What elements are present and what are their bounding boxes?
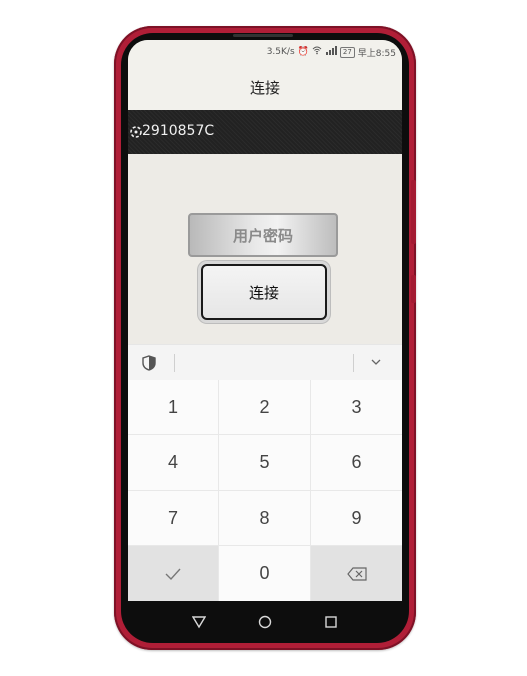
device-row[interactable]: 2910857C <box>128 110 402 154</box>
confirm-key[interactable] <box>128 546 218 601</box>
key-6[interactable]: 6 <box>311 435 402 490</box>
device-id: 2910857C <box>142 123 215 139</box>
shield-icon[interactable] <box>142 355 156 371</box>
volume-button <box>411 180 416 244</box>
numeric-keypad: 1 2 3 4 5 6 7 8 9 0 <box>128 380 402 601</box>
key-1[interactable]: 1 <box>128 380 218 434</box>
signal-icon <box>325 46 337 58</box>
wifi-icon <box>312 46 322 58</box>
connect-button-label: 连接 <box>248 283 279 302</box>
status-bar: 3.5K/s ⏰ 27 早上8:55 <box>128 40 402 64</box>
page-title-bar: 连接 <box>128 64 402 110</box>
chevron-down-icon[interactable] <box>370 357 382 367</box>
key-3[interactable]: 3 <box>311 380 402 434</box>
key-0[interactable]: 0 <box>219 546 310 601</box>
key-5[interactable]: 5 <box>219 435 310 490</box>
main-content: 用户密码 连接 <box>128 154 402 344</box>
key-8[interactable]: 8 <box>219 491 310 545</box>
page-title: 连接 <box>249 78 280 97</box>
network-speed: 3.5K/s <box>266 47 295 57</box>
alarm-icon: ⏰ <box>297 47 309 57</box>
screen: 3.5K/s ⏰ 27 早上8:55 连接 2910857C 用户密码 连接 1… <box>128 40 402 601</box>
key-4[interactable]: 4 <box>128 435 218 490</box>
clock: 早上8:55 <box>357 48 396 59</box>
phone-bezel: 3.5K/s ⏰ 27 早上8:55 连接 2910857C 用户密码 连接 1… <box>121 33 409 643</box>
battery-indicator: 27 <box>339 46 355 58</box>
toolbar-divider <box>174 354 175 372</box>
keyboard-toolbar <box>128 344 402 381</box>
toolbar-divider <box>353 354 354 372</box>
power-button <box>411 275 416 303</box>
check-icon <box>165 568 181 580</box>
back-triangle-icon[interactable] <box>192 615 206 629</box>
password-button[interactable]: 用户密码 <box>188 213 338 257</box>
delete-key[interactable] <box>311 546 402 601</box>
connect-button[interactable]: 连接 <box>201 264 327 320</box>
home-circle-icon[interactable] <box>258 615 272 629</box>
key-9[interactable]: 9 <box>311 491 402 545</box>
key-7[interactable]: 7 <box>128 491 218 545</box>
recents-square-icon[interactable] <box>324 615 338 629</box>
speaker-grille <box>233 34 293 37</box>
password-button-label: 用户密码 <box>232 226 293 245</box>
navigation-bar <box>128 601 402 643</box>
key-2[interactable]: 2 <box>219 380 310 434</box>
backspace-icon <box>346 566 367 581</box>
